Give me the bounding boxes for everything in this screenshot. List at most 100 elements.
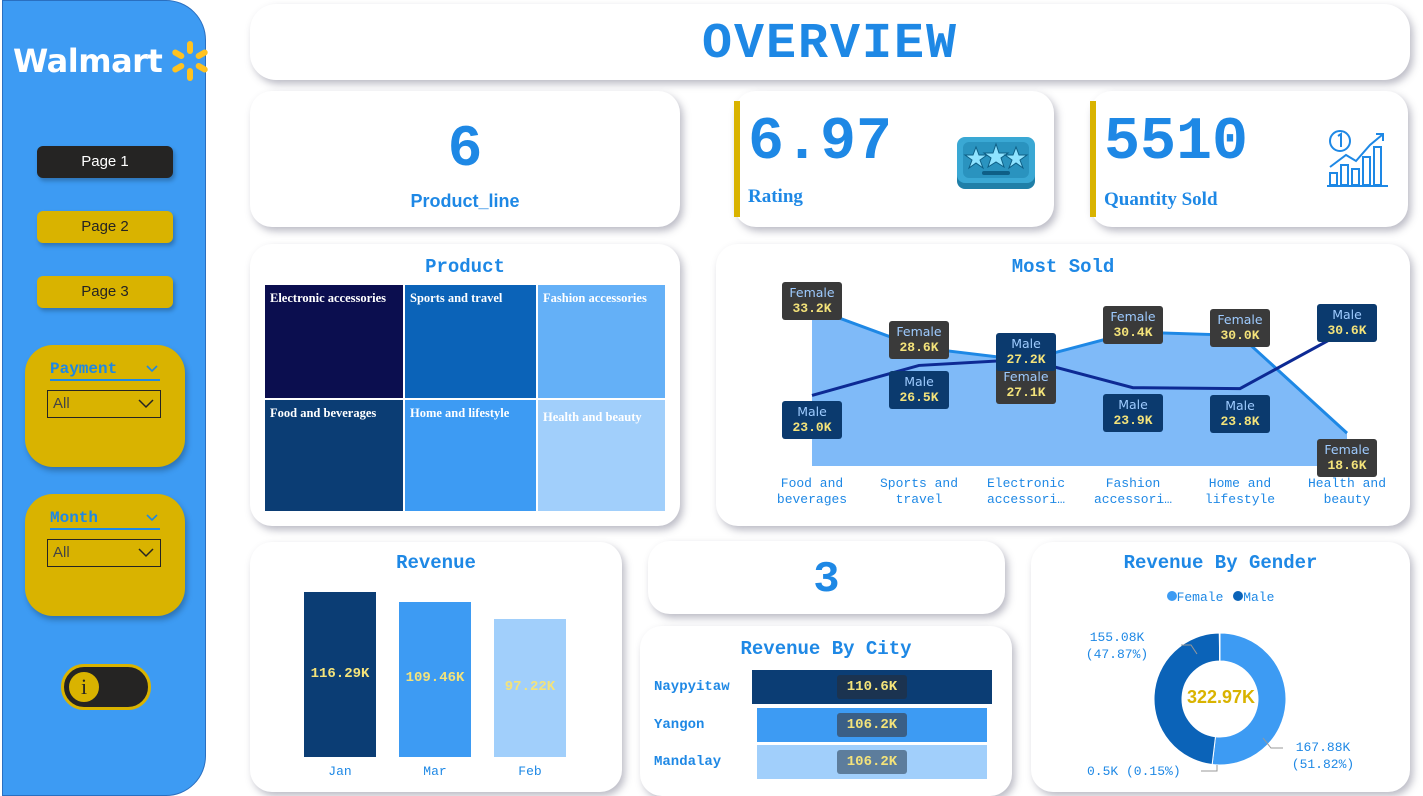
city-label-yangon: Yangon bbox=[654, 717, 705, 733]
kpi-rating-value: 6.97 bbox=[748, 109, 893, 177]
month-dropdown-value: All bbox=[53, 544, 70, 561]
kpi-quantity-value: 5510 bbox=[1104, 109, 1249, 177]
data-label-male: Male 30.6K bbox=[1317, 304, 1377, 343]
chevron-down-icon bbox=[138, 548, 154, 558]
city-count-value: 3 bbox=[813, 555, 840, 605]
data-label-value: 30.6K bbox=[1327, 323, 1367, 339]
data-label-female: Female 18.6K bbox=[1317, 439, 1377, 478]
revenue-by-city-card: Revenue By City Naypyitaw 110.6K Yangon 106… bbox=[640, 626, 1012, 796]
most-sold-labels: Female 33.2K Female 28.6K Female 27.1K Female 3… bbox=[716, 244, 1410, 526]
data-label-series: Male bbox=[1225, 397, 1255, 413]
data-label-male: Male 23.8K bbox=[1210, 394, 1270, 433]
data-label-male: Male 23.9K bbox=[1103, 393, 1163, 432]
month-slicer-header[interactable]: Month bbox=[50, 509, 160, 530]
data-label-series: Female bbox=[789, 285, 835, 300]
data-label-series: Male bbox=[1118, 396, 1148, 412]
growth-chart-icon bbox=[1327, 130, 1388, 187]
treemap-cell-home-and-lifestyle[interactable]: Home and lifestyle bbox=[405, 400, 536, 511]
payment-slicer-header[interactable]: Payment bbox=[50, 360, 160, 381]
chevron-down-icon[interactable] bbox=[144, 509, 160, 525]
data-label-series: Female bbox=[1217, 312, 1263, 328]
treemap-cell-electronic-accessories[interactable]: Electronic accessories bbox=[265, 285, 403, 398]
kpi-product-line-label: Product_line bbox=[410, 191, 520, 211]
walmart-spark-icon bbox=[172, 41, 208, 81]
data-label-series: Female bbox=[896, 324, 942, 340]
revenue-by-gender-card: Revenue By Gender Female Male 322.97K 15… bbox=[1031, 542, 1410, 792]
data-label-value: 27.2K bbox=[1006, 352, 1046, 368]
revenue-bar-label: 97.22K bbox=[504, 679, 556, 696]
brand-logo: Walmart bbox=[13, 39, 212, 83]
x-tick-label: Health and beauty bbox=[1307, 476, 1386, 507]
data-label-series: Male bbox=[797, 404, 827, 420]
city-label-mandalay: Mandalay bbox=[654, 754, 722, 770]
data-label-value: 30.0K bbox=[1220, 328, 1260, 344]
brand-name: Walmart bbox=[13, 42, 163, 80]
x-tick-label: Food and beverages bbox=[776, 476, 848, 507]
stars-icon bbox=[957, 137, 1035, 189]
data-label-series: Male bbox=[1011, 336, 1041, 352]
header-card: OVERVIEW bbox=[250, 4, 1410, 80]
data-label-female: Female 33.2K bbox=[782, 282, 842, 320]
payment-dropdown[interactable]: All bbox=[47, 390, 161, 418]
kpi-rating-label: Rating bbox=[748, 186, 803, 207]
data-label-series: Female bbox=[1003, 369, 1049, 385]
data-label-value: 33.2K bbox=[792, 301, 832, 316]
payment-slicer-title: Payment bbox=[50, 360, 118, 378]
payment-dropdown-value: All bbox=[53, 395, 70, 412]
donut-center-value: 322.97K bbox=[1186, 687, 1256, 707]
city-count-card: 3 bbox=[648, 541, 1005, 614]
product-treemap-card: Product Electronic accessories Sports an… bbox=[250, 244, 680, 526]
page-title: OVERVIEW bbox=[701, 16, 959, 73]
data-label-value: 28.6K bbox=[899, 340, 939, 356]
treemap-cell-fashion-accessories[interactable]: Fashion accessories bbox=[538, 285, 665, 398]
page-2-button[interactable]: Page 2 bbox=[37, 211, 173, 243]
product-treemap-title: Product bbox=[425, 256, 505, 278]
data-label-female: Female 30.0K bbox=[1210, 309, 1270, 348]
info-toggle[interactable]: i bbox=[61, 664, 151, 710]
data-label-value: 26.5K bbox=[899, 390, 939, 406]
revenue-chart: 116.29K Jan 109.46K Mar 97.22K Feb bbox=[250, 542, 622, 792]
data-label-series: Male bbox=[904, 374, 934, 390]
accent-bar bbox=[734, 101, 740, 217]
data-label-value: 18.6K bbox=[1327, 458, 1367, 474]
data-label-series: Male bbox=[1332, 307, 1362, 323]
treemap-cell-sports-and-travel[interactable]: Sports and travel bbox=[405, 285, 536, 398]
data-label-male: Male 26.5K bbox=[889, 371, 949, 410]
donut-label-male: 155.08K (47.87%) bbox=[1085, 630, 1149, 662]
revenue-bar-label: 116.29K bbox=[310, 665, 370, 682]
accent-bar bbox=[1090, 101, 1096, 217]
data-label-value: 23.8K bbox=[1220, 413, 1260, 429]
chevron-down-icon[interactable] bbox=[144, 360, 160, 376]
sidebar: Walmart Page 1 Page 2 Page 3 Payment All… bbox=[2, 0, 208, 796]
data-label-male: Male 23.0K bbox=[782, 401, 842, 440]
city-label-naypyitaw: Naypyitaw bbox=[654, 679, 730, 695]
month-slicer-title: Month bbox=[50, 509, 99, 527]
data-label-female: Female 30.4K bbox=[1103, 306, 1163, 344]
info-icon: i bbox=[67, 670, 101, 704]
data-label-value: 23.0K bbox=[792, 420, 832, 436]
data-label-female: Female 27.1K bbox=[996, 366, 1056, 405]
revenue-x-tick-label: Feb bbox=[518, 764, 542, 779]
revenue-card: Revenue 116.29K Jan 109.46K Mar 97.22K Feb bbox=[250, 542, 622, 792]
x-tick-label: Sports and travel bbox=[879, 476, 958, 507]
city-bar-value: 106.2K bbox=[837, 750, 907, 774]
most-sold-card: Most Sold Female 33.2K Female 28.6K Female 27… bbox=[716, 244, 1410, 526]
treemap-cell-health-and-beauty[interactable]: Health and beauty bbox=[538, 400, 665, 511]
donut-label-other: 0.5K (0.15%) bbox=[1087, 764, 1181, 779]
month-slicer: Month All bbox=[25, 494, 185, 616]
donut-label-female: 167.88K (51.82%) bbox=[1291, 740, 1355, 772]
page-1-button[interactable]: Page 1 bbox=[37, 146, 173, 178]
data-label-series: Female bbox=[1110, 309, 1156, 324]
month-dropdown[interactable]: All bbox=[47, 539, 161, 567]
revenue-by-city-chart: Naypyitaw 110.6K Yangon 106.2K Mandalay 106.2… bbox=[640, 626, 1012, 796]
data-label-female: Female 28.6K bbox=[889, 321, 949, 360]
product-treemap: Electronic accessories Sports and travel… bbox=[265, 285, 665, 511]
kpi-rating-card: 6.97 Rating bbox=[734, 91, 1054, 227]
kpi-product-line-value: 6 bbox=[447, 118, 483, 183]
revenue-x-tick-label: Jan bbox=[328, 764, 352, 779]
donut-slice-other[interactable] bbox=[1218, 632, 1221, 662]
treemap-cell-food-and-beverages[interactable]: Food and beverages bbox=[265, 400, 403, 511]
data-label-series: Female bbox=[1324, 442, 1370, 458]
page-3-button[interactable]: Page 3 bbox=[37, 276, 173, 308]
kpi-product-line-card: 6 Product_line bbox=[250, 91, 680, 227]
